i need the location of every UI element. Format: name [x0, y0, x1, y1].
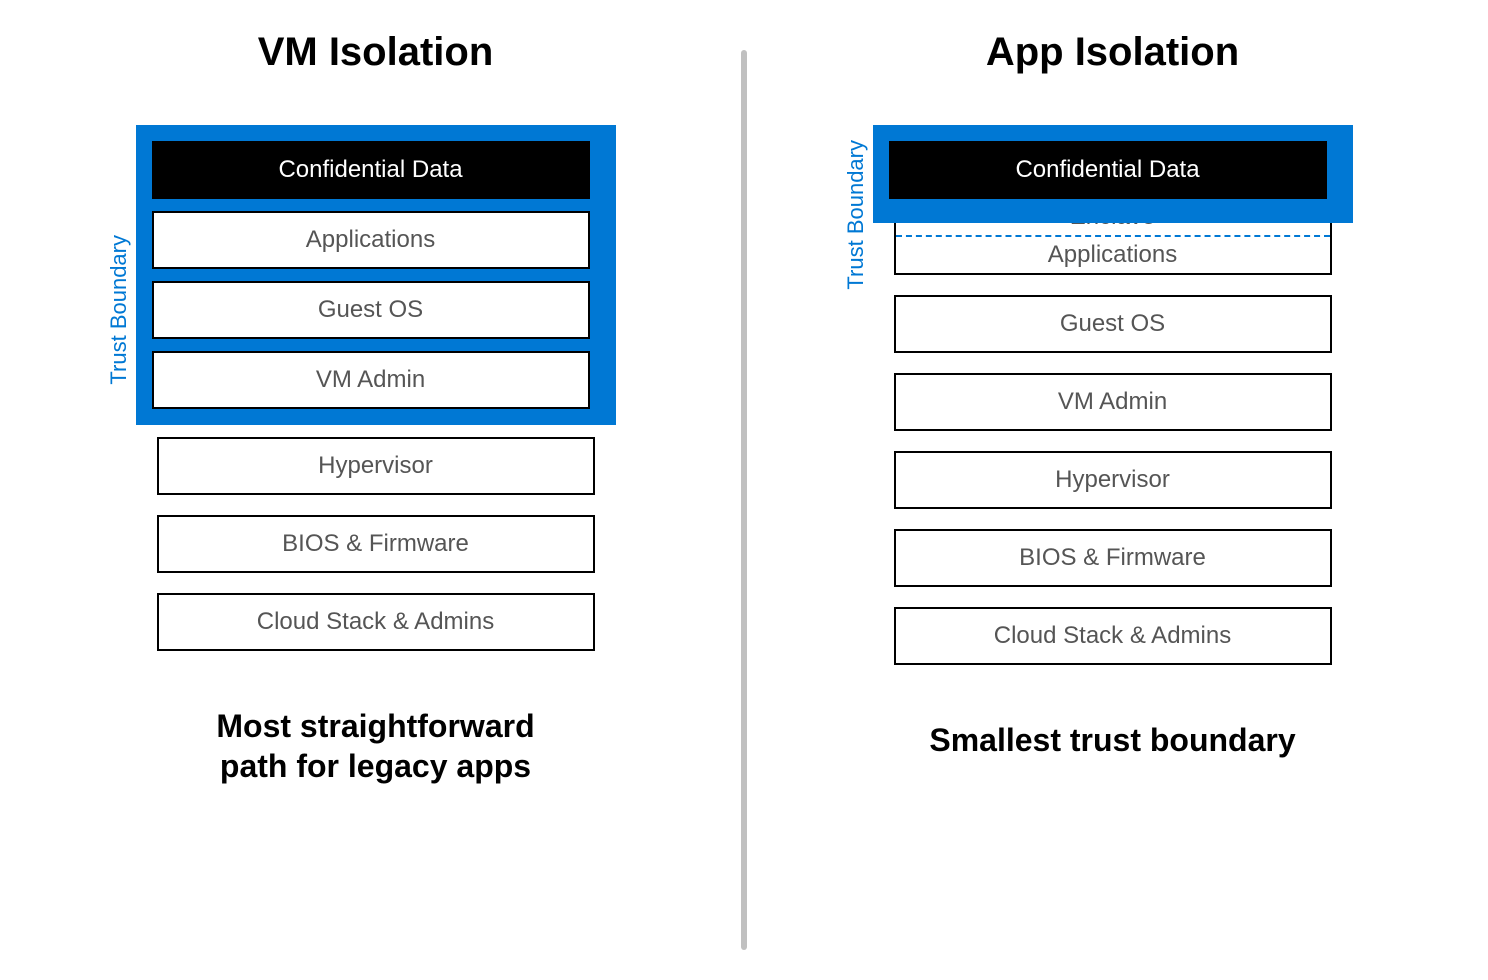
app-stack-wrap: Trust Boundary Confidential Data Enclave…: [873, 125, 1353, 665]
vm-trust-boundary-label: Trust Boundary: [106, 235, 132, 385]
vm-untrusted-stack: Hypervisor BIOS & Firmware Cloud Stack &…: [157, 437, 595, 651]
vm-layer-hypervisor: Hypervisor: [157, 437, 595, 495]
diagram-container: VM Isolation Trust Boundary Confidential…: [0, 0, 1488, 950]
app-layer-confidential-data: Confidential Data: [889, 141, 1327, 199]
app-trust-boundary-label: Trust Boundary: [843, 140, 869, 290]
vm-layer-applications: Applications: [152, 211, 590, 269]
vm-trust-boundary-box: Confidential Data Applications Guest OS …: [136, 125, 616, 425]
app-applications-label: Applications: [896, 237, 1330, 269]
vm-title: VM Isolation: [258, 30, 494, 75]
app-layer-cloud-stack-admins: Cloud Stack & Admins: [894, 607, 1332, 665]
app-caption: Smallest trust boundary: [929, 720, 1295, 760]
vm-isolation-column: VM Isolation Trust Boundary Confidential…: [40, 30, 711, 786]
app-title: App Isolation: [986, 30, 1239, 75]
vm-layer-confidential-data: Confidential Data: [152, 141, 590, 199]
vm-layer-cloud-stack-admins: Cloud Stack & Admins: [157, 593, 595, 651]
spacer: [889, 211, 1337, 223]
app-layer-vm-admin: VM Admin: [894, 373, 1332, 431]
vm-caption-line1: Most straightforward: [216, 708, 534, 744]
app-layer-guest-os: Guest OS: [894, 295, 1332, 353]
vm-caption-line2: path for legacy apps: [220, 748, 531, 784]
app-stack: Confidential Data Enclave Applications G…: [873, 125, 1353, 665]
app-untrusted-stack: Guest OS VM Admin Hypervisor BIOS & Firm…: [894, 295, 1332, 665]
vm-layer-guest-os: Guest OS: [152, 281, 590, 339]
vm-layer-vm-admin: VM Admin: [152, 351, 590, 409]
vm-stack: Confidential Data Applications Guest OS …: [136, 125, 616, 651]
app-layer-bios-firmware: BIOS & Firmware: [894, 529, 1332, 587]
app-isolation-column: App Isolation Trust Boundary Confidentia…: [777, 30, 1448, 760]
vertical-divider: [741, 50, 747, 950]
app-layer-hypervisor: Hypervisor: [894, 451, 1332, 509]
vm-layer-bios-firmware: BIOS & Firmware: [157, 515, 595, 573]
vm-stack-wrap: Trust Boundary Confidential Data Applica…: [136, 125, 616, 651]
app-trust-boundary-box: Confidential Data: [873, 125, 1353, 223]
vm-caption: Most straightforward path for legacy app…: [216, 706, 534, 786]
